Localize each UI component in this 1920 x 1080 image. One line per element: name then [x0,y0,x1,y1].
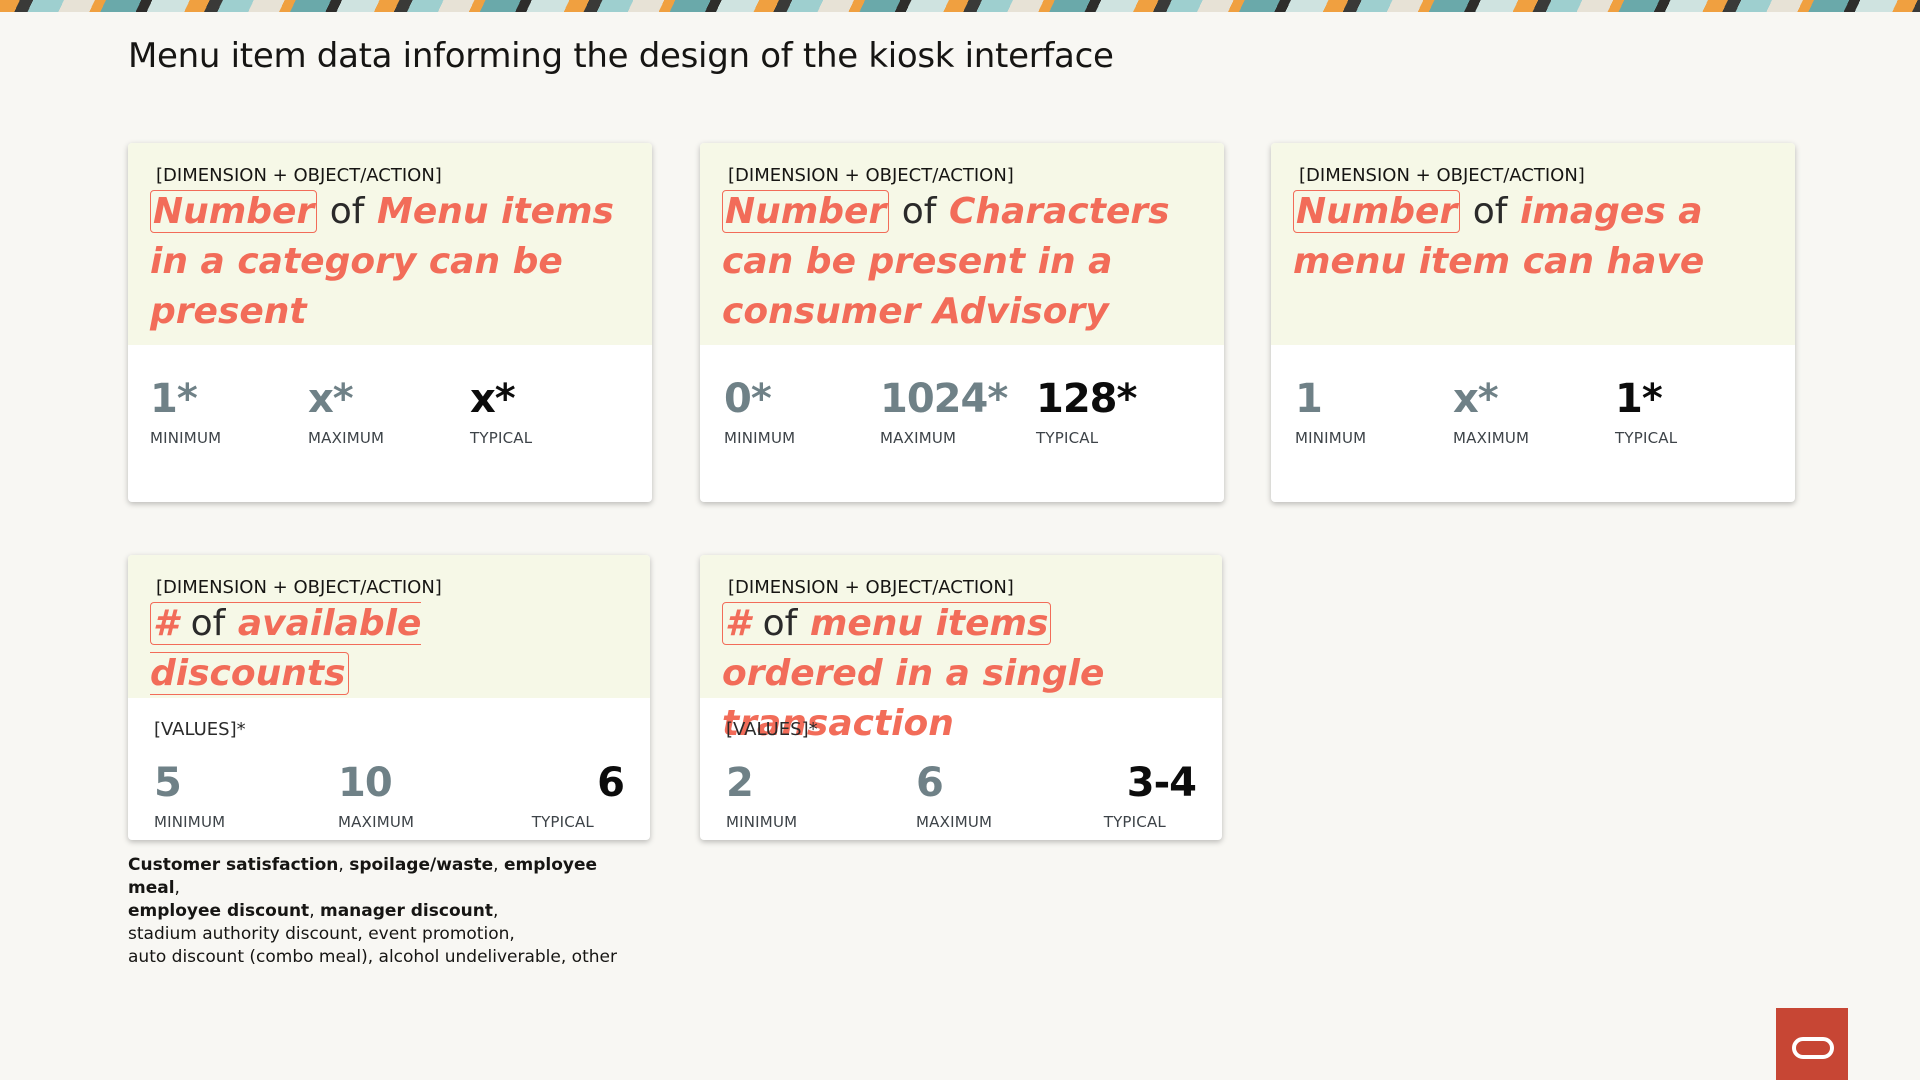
stat-value: 1* [150,376,198,422]
measure-term: # [153,603,179,644]
stat-label: TYPICAL [470,429,533,447]
oracle-logo [1776,1008,1848,1080]
card-menu-items-per-category: [DIMENSION + OBJECT/ACTION] Number of Me… [128,143,652,502]
card-headline: # of available discounts [150,599,620,699]
measure-term: Number [150,190,318,233]
stat-label: MAXIMUM [916,813,993,831]
values-label: [VALUES]* [154,719,246,740]
stat-label: MINIMUM [1295,429,1367,447]
stat-value: 2 [726,760,754,806]
stat-typical: 1* TYPICAL [1615,377,1677,447]
object-phrase: menu items [809,603,1049,644]
footnote-line: auto discount (combo meal), alcohol unde… [128,947,617,967]
stat-minimum: 5 MINIMUM [154,761,225,831]
footnote-item: manager discount [320,901,493,921]
values-label: [VALUES]* [726,719,818,740]
of-word: of [762,603,798,644]
card-items-per-transaction: [DIMENSION + OBJECT/ACTION] # of menu it… [700,555,1222,840]
stat-minimum: 2 MINIMUM [726,761,797,831]
footnote-item: Customer satisfaction [128,855,339,875]
stat-maximum: x* MAXIMUM [308,377,384,447]
stat-typical: 6 TYPICAL [531,760,625,831]
of-word: of [901,191,937,232]
measure-term: Number [722,190,890,233]
of-word: of [329,191,365,232]
stat-label: MAXIMUM [880,429,957,447]
headline-box: # of menu items [722,602,1052,645]
stat-label: TYPICAL [1036,429,1099,447]
footnote-item: spoilage/waste [349,855,494,875]
card-header: [DIMENSION + OBJECT/ACTION] Number of im… [1271,143,1795,345]
stat-label: TYPICAL [1103,813,1166,831]
stat-maximum: 6 MAXIMUM [916,761,992,831]
stat-value: 6 [916,760,944,806]
dimension-label: [DIMENSION + OBJECT/ACTION] [728,577,1014,598]
oracle-ring-icon [1792,1037,1834,1059]
dimension-label: [DIMENSION + OBJECT/ACTION] [728,165,1014,186]
stat-label: MAXIMUM [1453,429,1530,447]
stat-label: TYPICAL [531,813,594,831]
card-images-per-item: [DIMENSION + OBJECT/ACTION] Number of im… [1271,143,1795,502]
card-available-discounts: [DIMENSION + OBJECT/ACTION] # of availab… [128,555,650,840]
stat-typical: 128* TYPICAL [1036,376,1137,447]
card-headline: Number of Menu items in a category can b… [150,187,622,337]
dimension-label: [DIMENSION + OBJECT/ACTION] [156,577,442,598]
stat-value: 1* [1615,376,1663,422]
stat-minimum: 1 MINIMUM [1295,377,1366,447]
stat-value: x* [308,376,354,422]
stat-label: TYPICAL [1615,429,1678,447]
stat-label: MAXIMUM [308,429,385,447]
card-headline: Number of images a menu item can have [1293,187,1765,287]
stat-typical: x* TYPICAL [470,377,532,447]
discount-types-footnote: Customer satisfaction, spoilage/waste, e… [128,855,617,967]
dimension-label: [DIMENSION + OBJECT/ACTION] [156,165,442,186]
stat-label: MINIMUM [724,429,796,447]
stat-maximum: 10 MAXIMUM [338,761,414,831]
card-headline: Number of Characters can be present in a… [722,187,1194,337]
stat-label: MINIMUM [150,429,222,447]
card-header: [DIMENSION + OBJECT/ACTION] Number of Me… [128,143,652,345]
footnote-item: employee discount [128,901,310,921]
stat-label: MINIMUM [726,813,798,831]
stat-value: 1 [1295,376,1323,422]
page-title: Menu item data informing the design of t… [128,36,1114,76]
card-advisory-characters: [DIMENSION + OBJECT/ACTION] Number of Ch… [700,143,1224,502]
card-header: [DIMENSION + OBJECT/ACTION] Number of Ch… [700,143,1224,345]
stat-value: 3-4 [1126,760,1197,806]
stat-minimum: 0* MINIMUM [724,377,795,447]
card-header: [DIMENSION + OBJECT/ACTION] # of availab… [128,555,650,698]
decorative-pattern-band [0,0,1920,12]
stat-typical: 3-4 TYPICAL [1103,760,1197,831]
stat-value: 10 [338,760,393,806]
of-word: of [190,603,226,644]
card-header: [DIMENSION + OBJECT/ACTION] # of menu it… [700,555,1222,744]
headline-box: # of available discounts [150,602,422,695]
stat-value: 0* [724,376,772,422]
stat-label: MINIMUM [154,813,226,831]
stat-value: 128* [1036,376,1137,422]
stat-label: MAXIMUM [338,813,415,831]
measure-term: Number [1293,190,1461,233]
stat-minimum: 1* MINIMUM [150,377,221,447]
footnote-line: stadium authority discount, event promot… [128,924,515,944]
stat-maximum: x* MAXIMUM [1453,377,1529,447]
stat-value: 5 [154,760,182,806]
of-word: of [1472,191,1508,232]
stat-value: 1024* [880,376,1008,422]
dimension-label: [DIMENSION + OBJECT/ACTION] [1299,165,1585,186]
stat-value: 6 [597,760,625,806]
stat-value: x* [1453,376,1499,422]
stat-maximum: 1024* MAXIMUM [880,376,1008,447]
stat-value: x* [470,376,516,422]
measure-term: # [725,603,751,644]
